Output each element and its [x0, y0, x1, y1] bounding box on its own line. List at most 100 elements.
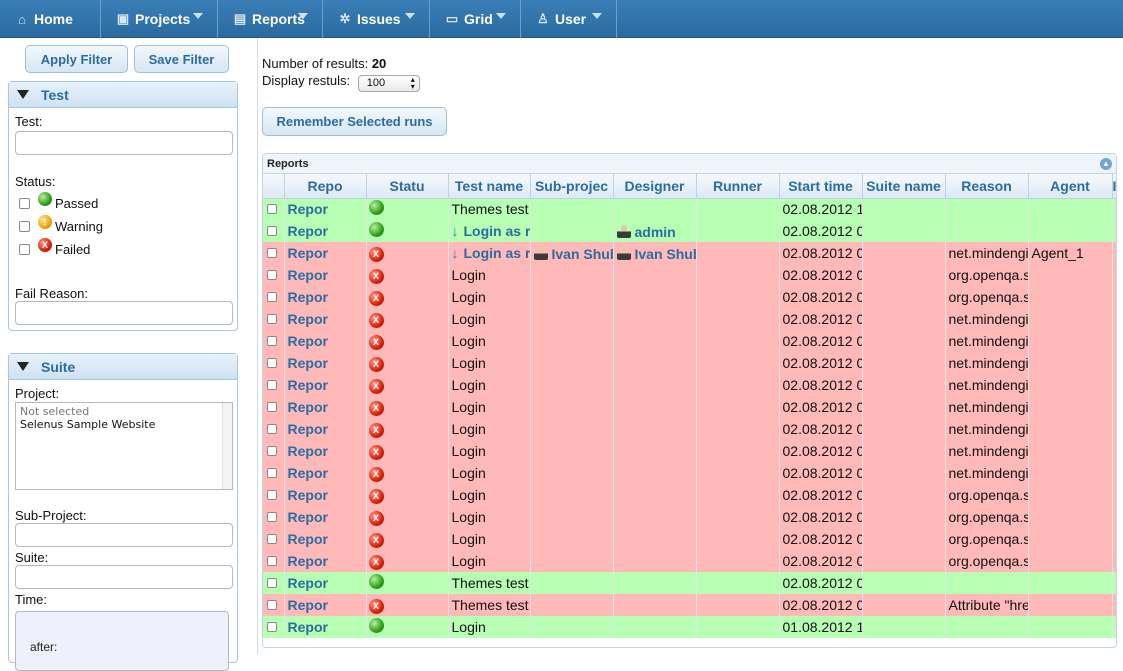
display-results-select[interactable]: 100 ▴ ▾: [357, 74, 420, 92]
test-name-link[interactable]: Login as r: [464, 223, 530, 239]
chevron-down-icon[interactable]: [405, 13, 415, 19]
chevron-down-icon[interactable]: [193, 13, 203, 19]
report-link[interactable]: Repor: [288, 575, 328, 591]
report-link[interactable]: Repor: [288, 487, 328, 503]
column-header[interactable]: Suite name: [862, 174, 946, 199]
row-checkbox[interactable]: [267, 248, 277, 258]
listbox-scrollbar[interactable]: [222, 403, 232, 489]
failed-checkbox[interactable]: [19, 244, 30, 255]
row-checkbox[interactable]: [267, 512, 277, 522]
column-header[interactable]: Sub-projec: [530, 174, 614, 199]
table-row[interactable]: Repor ↓ Login as r admin 02.08.2012 0(: [263, 220, 1116, 242]
project-option-selenus[interactable]: Selenus Sample Website: [20, 418, 228, 431]
row-checkbox[interactable]: [267, 446, 277, 456]
table-row[interactable]: Repor X Login 02.08.2012 0(net.mindengir: [263, 374, 1116, 396]
save-filter-button[interactable]: Save Filter: [134, 45, 229, 73]
table-row[interactable]: Repor X Login 02.08.2012 0(org.openqa.se: [263, 264, 1116, 286]
row-checkbox[interactable]: [267, 270, 277, 280]
column-header[interactable]: Runner: [696, 174, 780, 199]
fail-reason-input[interactable]: [15, 301, 233, 325]
row-checkbox[interactable]: [267, 402, 277, 412]
report-link[interactable]: Repor: [288, 465, 328, 481]
chevron-down-icon[interactable]: [592, 13, 602, 19]
table-row[interactable]: Repor X Login 02.08.2012 0(org.openqa.se: [263, 286, 1116, 308]
table-row[interactable]: Repor X Login 02.08.2012 0(org.openqa.se: [263, 506, 1116, 528]
row-checkbox[interactable]: [267, 292, 277, 302]
report-link[interactable]: Repor: [288, 333, 328, 349]
row-checkbox[interactable]: [267, 226, 277, 236]
column-header[interactable]: Issue: [1112, 174, 1116, 199]
nav-issues[interactable]: ✲ Issues: [323, 0, 430, 38]
chevron-down-icon[interactable]: [298, 13, 308, 19]
report-link[interactable]: Repor: [288, 245, 328, 261]
report-link[interactable]: Repor: [288, 377, 328, 393]
column-header[interactable]: Start time: [779, 174, 863, 199]
column-header[interactable]: Test name: [448, 174, 531, 199]
test-name-link[interactable]: Login as r: [464, 245, 530, 261]
status-passed-option[interactable]: Passed: [19, 191, 98, 211]
table-row[interactable]: Repor X Login 02.08.2012 0(org.openqa.se: [263, 484, 1116, 506]
report-link[interactable]: Repor: [288, 399, 328, 415]
report-link[interactable]: Repor: [288, 531, 328, 547]
row-checkbox[interactable]: [267, 314, 277, 324]
nav-projects[interactable]: ▣ Projects: [101, 0, 218, 38]
row-checkbox[interactable]: [267, 204, 277, 215]
report-link[interactable]: Repor: [288, 443, 328, 459]
row-checkbox[interactable]: [267, 622, 277, 632]
report-link[interactable]: Repor: [288, 201, 328, 217]
subproject-user-link[interactable]: Ivan Shub: [552, 246, 613, 262]
table-row[interactable]: Repor Themes test 02.08.2012 1:: [263, 198, 1116, 220]
status-failed-option[interactable]: X Failed: [19, 237, 90, 257]
row-checkbox[interactable]: [267, 534, 277, 544]
report-link[interactable]: Repor: [288, 267, 328, 283]
row-checkbox[interactable]: [267, 468, 277, 478]
collapse-triangle-icon[interactable]: [17, 90, 29, 99]
nav-reports[interactable]: ▤ Reports: [218, 0, 323, 38]
row-checkbox[interactable]: [267, 336, 277, 346]
nav-grid[interactable]: ▭ Grid: [430, 0, 521, 38]
report-link[interactable]: Repor: [288, 289, 328, 305]
table-row[interactable]: Repor X Login 02.08.2012 0! org.openqa.se: [263, 550, 1116, 572]
row-checkbox[interactable]: [267, 490, 277, 500]
row-checkbox[interactable]: [267, 358, 277, 368]
project-listbox[interactable]: Not selected Selenus Sample Website: [15, 402, 233, 490]
table-row[interactable]: Repor X Login 02.08.2012 0! org.openqa.se: [263, 528, 1116, 550]
suite-input[interactable]: [15, 565, 233, 589]
collapse-triangle-icon[interactable]: [17, 362, 29, 371]
designer-link[interactable]: Ivan Shub: [635, 246, 696, 262]
report-link[interactable]: Repor: [288, 421, 328, 437]
report-link[interactable]: Repor: [288, 619, 328, 635]
table-row[interactable]: Repor Themes test 02.08.2012 0:: [263, 572, 1116, 594]
column-header[interactable]: Repo: [284, 174, 367, 199]
test-panel-header[interactable]: Test: [9, 82, 237, 108]
row-checkbox[interactable]: [267, 600, 277, 610]
row-checkbox[interactable]: [267, 380, 277, 390]
table-row[interactable]: Repor Login 01.08.2012 1:: [263, 616, 1116, 638]
warning-checkbox[interactable]: [19, 221, 30, 232]
column-header[interactable]: Statu: [366, 174, 449, 199]
collapse-grid-icon[interactable]: ▲: [1100, 158, 1112, 170]
table-row[interactable]: Repor X Login 02.08.2012 0(net.mindengir: [263, 396, 1116, 418]
report-link[interactable]: Repor: [288, 597, 328, 613]
chevron-down-icon[interactable]: [496, 13, 506, 19]
table-row[interactable]: Repor X ↓ Login as r Ivan Shub Ivan Shub 02.08…: [263, 242, 1116, 264]
table-row[interactable]: Repor X Login 02.08.2012 0(net.mindengir: [263, 352, 1116, 374]
project-option-not-selected[interactable]: Not selected: [20, 405, 228, 418]
column-header[interactable]: Designer: [613, 174, 697, 199]
subproject-input[interactable]: [15, 523, 233, 547]
time-range-box[interactable]: after:: [15, 611, 229, 671]
report-link[interactable]: Repor: [288, 223, 328, 239]
report-link[interactable]: Repor: [288, 311, 328, 327]
table-row[interactable]: Repor X Login 02.08.2012 0(net.mindengir: [263, 418, 1116, 440]
nav-home[interactable]: ⌂ Home: [0, 0, 101, 38]
row-checkbox[interactable]: [267, 424, 277, 434]
remember-selected-runs-button[interactable]: Remember Selected runs: [262, 107, 447, 136]
row-checkbox[interactable]: [267, 578, 277, 588]
table-row[interactable]: Repor X Login 02.08.2012 0(net.mindengir: [263, 462, 1116, 484]
report-link[interactable]: Repor: [288, 553, 328, 569]
designer-link[interactable]: admin: [635, 224, 676, 240]
test-input[interactable]: [15, 131, 233, 155]
report-link[interactable]: Repor: [288, 355, 328, 371]
report-link[interactable]: Repor: [288, 509, 328, 525]
table-row[interactable]: Repor X Login 02.08.2012 0(net.mindengir: [263, 308, 1116, 330]
